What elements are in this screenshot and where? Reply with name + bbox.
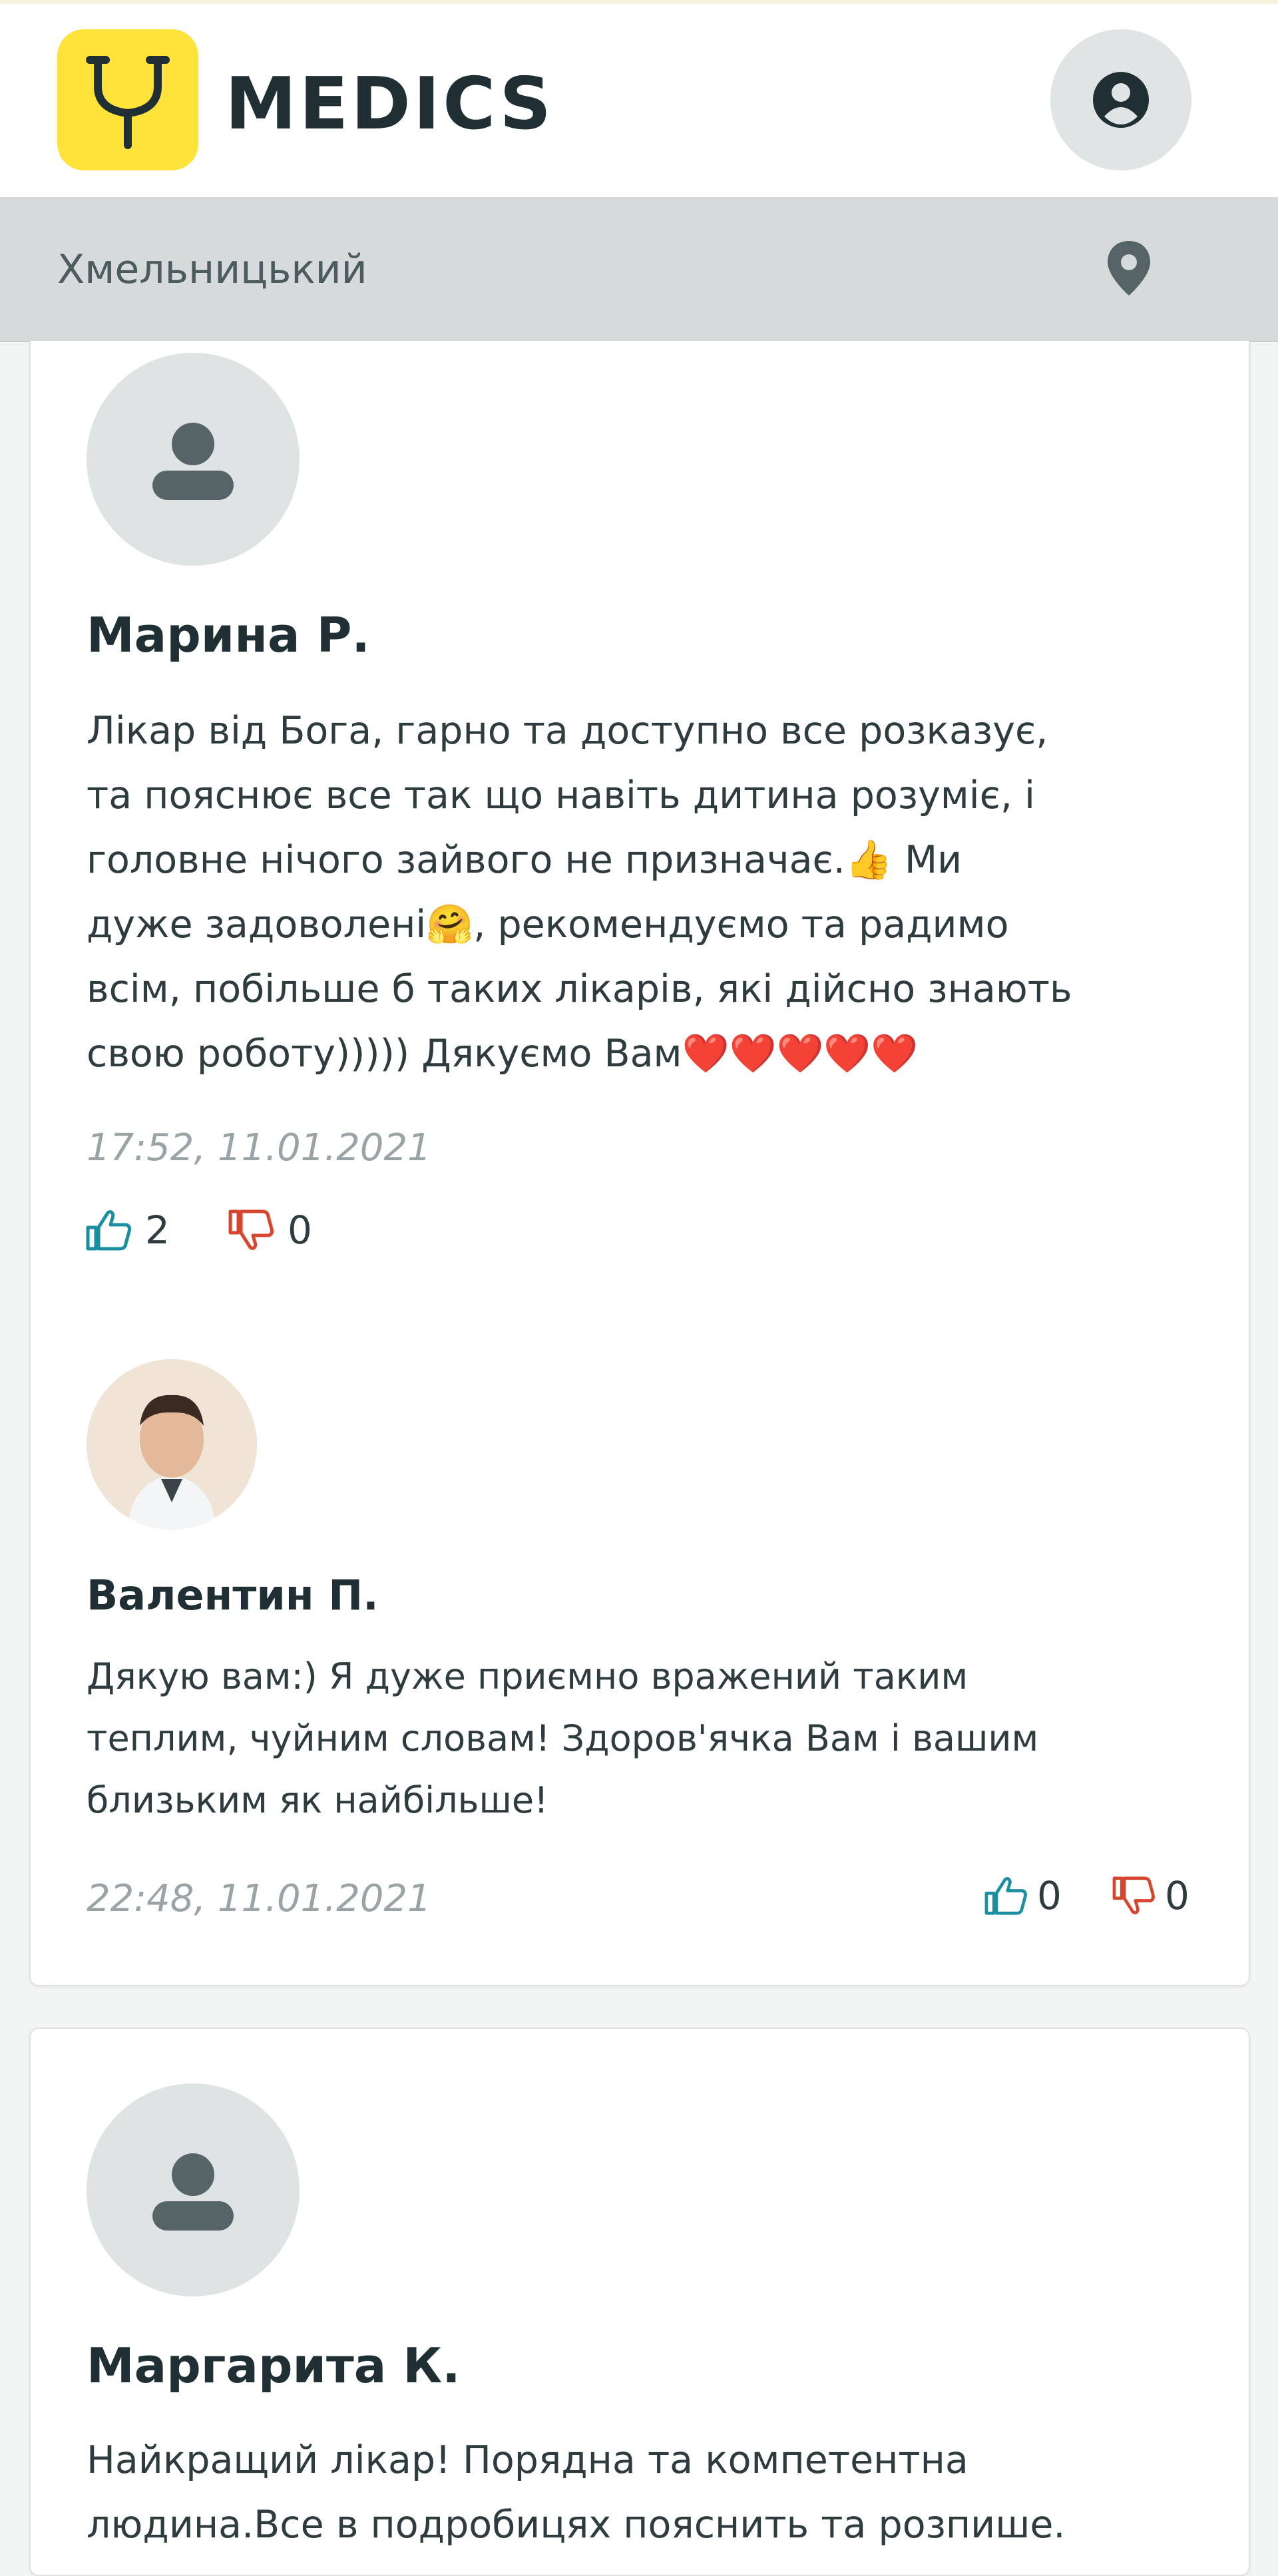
- review-text: Лікар від Бога, гарно та доступно все ро…: [87, 709, 1072, 1076]
- review-author: Марина Р.: [87, 607, 370, 663]
- thumbs-down-icon: [228, 1209, 274, 1250]
- user-circle-icon: [1093, 72, 1149, 128]
- user-icon: [152, 2153, 234, 2231]
- location-bar[interactable]: Хмельницький: [0, 197, 1278, 342]
- like-button[interactable]: 2: [85, 1207, 170, 1253]
- reply-dislike-button[interactable]: 0: [1112, 1873, 1189, 1918]
- review-text: Найкращий лікар! Порядна та компетентна …: [87, 2438, 1066, 2547]
- profile-button[interactable]: [1050, 29, 1191, 170]
- logo-text[interactable]: MEDICS: [225, 63, 554, 146]
- review-date: 17:52, 11.01.2021: [87, 1126, 431, 1170]
- reply-date: 22:48, 11.01.2021: [87, 1877, 431, 1920]
- city-name: Хмельницький: [57, 246, 367, 293]
- avatar: [87, 353, 300, 566]
- reply-like-count: 0: [1037, 1873, 1062, 1918]
- thumbs-down-icon: [1112, 1876, 1155, 1914]
- reply-like-button[interactable]: 0: [984, 1873, 1062, 1918]
- map-pin-icon[interactable]: [1102, 238, 1156, 298]
- doctor-avatar: [87, 1359, 257, 1530]
- avatar: [87, 2083, 300, 2296]
- user-icon: [152, 423, 234, 500]
- thumbs-up-icon: [984, 1877, 1027, 1915]
- thumbs-up-icon: [86, 1210, 131, 1251]
- doctor-photo: [87, 1359, 257, 1530]
- reply-text: Дякую вам:) Я дуже приємно вражений таки…: [87, 1655, 1039, 1821]
- dislike-button[interactable]: 0: [228, 1207, 312, 1253]
- logo[interactable]: [57, 29, 198, 170]
- reply-dislike-count: 0: [1165, 1873, 1189, 1918]
- reply-author: Валентин П.: [87, 1571, 379, 1619]
- review-card: Марина Р. Лікар від Бога, гарно та досту…: [29, 341, 1250, 1986]
- app-header: MEDICS: [0, 4, 1278, 197]
- review-author: Маргарита К.: [87, 2338, 461, 2394]
- review-card: Маргарита К. Найкращий лікар! Порядна та…: [29, 2028, 1250, 2576]
- dislike-count: 0: [288, 1207, 312, 1253]
- stethoscope-icon: [86, 56, 170, 149]
- like-count: 2: [145, 1207, 170, 1253]
